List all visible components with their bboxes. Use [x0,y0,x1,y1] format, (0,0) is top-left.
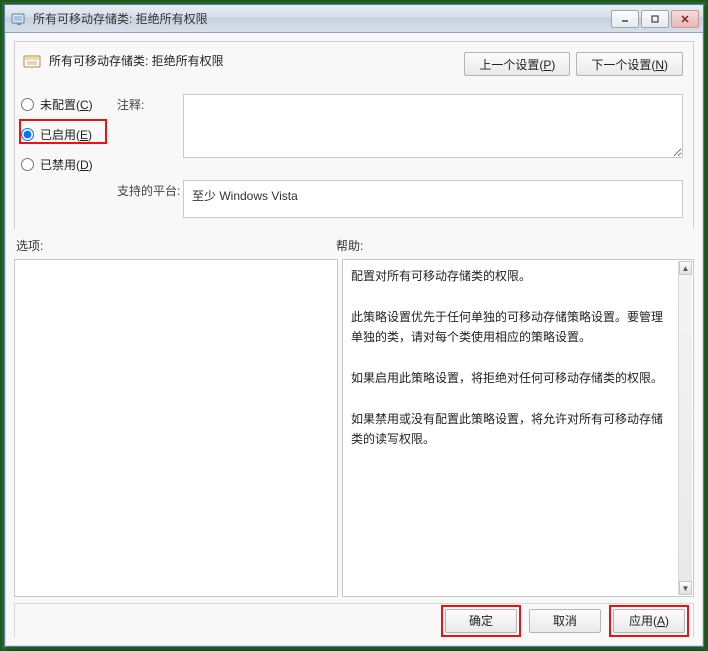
dialog-window: 所有可移动存储类: 拒绝所有权限 所有可移动存储类: 拒绝所有权限 上一个设置(… [4,4,704,647]
close-button[interactable] [671,10,699,28]
minimize-button[interactable] [611,10,639,28]
radio-not-configured[interactable]: 未配置(C) [21,94,93,114]
radio-disabled-input[interactable] [21,158,34,171]
panels-row: 配置对所有可移动存储类的权限。 此策略设置优先于任何单独的可移动存储策略设置。要… [14,259,694,597]
policy-top-section: 所有可移动存储类: 拒绝所有权限 上一个设置(P) 下一个设置(N) 未配置(C… [14,41,694,229]
system-icon [11,11,27,27]
ok-button[interactable]: 确定 [445,609,517,633]
nav-buttons: 上一个设置(P) 下一个设置(N) [464,52,683,76]
mid-labels: 选项: 帮助: [14,237,694,257]
help-label: 帮助: [334,237,694,257]
window-controls [611,10,699,28]
radio-disabled-label: 已禁用(D) [40,156,93,173]
options-label: 选项: [14,237,334,257]
next-setting-button[interactable]: 下一个设置(N) [576,52,683,76]
supported-platform-label: 支持的平台: [117,182,180,199]
titlebar[interactable]: 所有可移动存储类: 拒绝所有权限 [5,5,703,33]
comment-label: 注释: [117,96,144,113]
apply-button[interactable]: 应用(A) [613,609,685,633]
client-area: 所有可移动存储类: 拒绝所有权限 上一个设置(P) 下一个设置(N) 未配置(C… [5,33,703,646]
cancel-button-wrap: 取消 [529,609,601,633]
radio-not-configured-label: 未配置(C) [40,96,93,113]
supported-platform-value: 至少 Windows Vista [183,180,683,218]
scroll-down-arrow-icon[interactable]: ▼ [679,581,692,595]
policy-title-text: 所有可移动存储类: 拒绝所有权限 [49,52,224,69]
apply-button-wrap: 应用(A) [613,609,685,633]
cancel-button[interactable]: 取消 [529,609,601,633]
radio-disabled[interactable]: 已禁用(D) [21,154,93,174]
help-panel: 配置对所有可移动存储类的权限。 此策略设置优先于任何单独的可移动存储策略设置。要… [342,259,694,597]
radio-enabled-input[interactable] [21,128,34,141]
state-radio-group: 未配置(C) 已启用(E) 已禁用(D) [21,94,93,174]
options-panel [14,259,338,597]
maximize-button[interactable] [641,10,669,28]
scroll-up-arrow-icon[interactable]: ▲ [679,261,692,275]
policy-icon [23,53,43,69]
radio-enabled-label: 已启用(E) [40,126,92,143]
window-title: 所有可移动存储类: 拒绝所有权限 [33,10,611,27]
radio-not-configured-input[interactable] [21,98,34,111]
comment-textarea[interactable] [183,94,683,158]
radio-enabled[interactable]: 已启用(E) [21,124,93,144]
ok-button-wrap: 确定 [445,609,517,633]
dialog-footer: 确定 取消 应用(A) [14,603,694,637]
help-text: 配置对所有可移动存储类的权限。 此策略设置优先于任何单独的可移动存储策略设置。要… [351,266,673,590]
help-scrollbar[interactable]: ▲ ▼ [678,261,692,595]
previous-setting-button[interactable]: 上一个设置(P) [464,52,570,76]
